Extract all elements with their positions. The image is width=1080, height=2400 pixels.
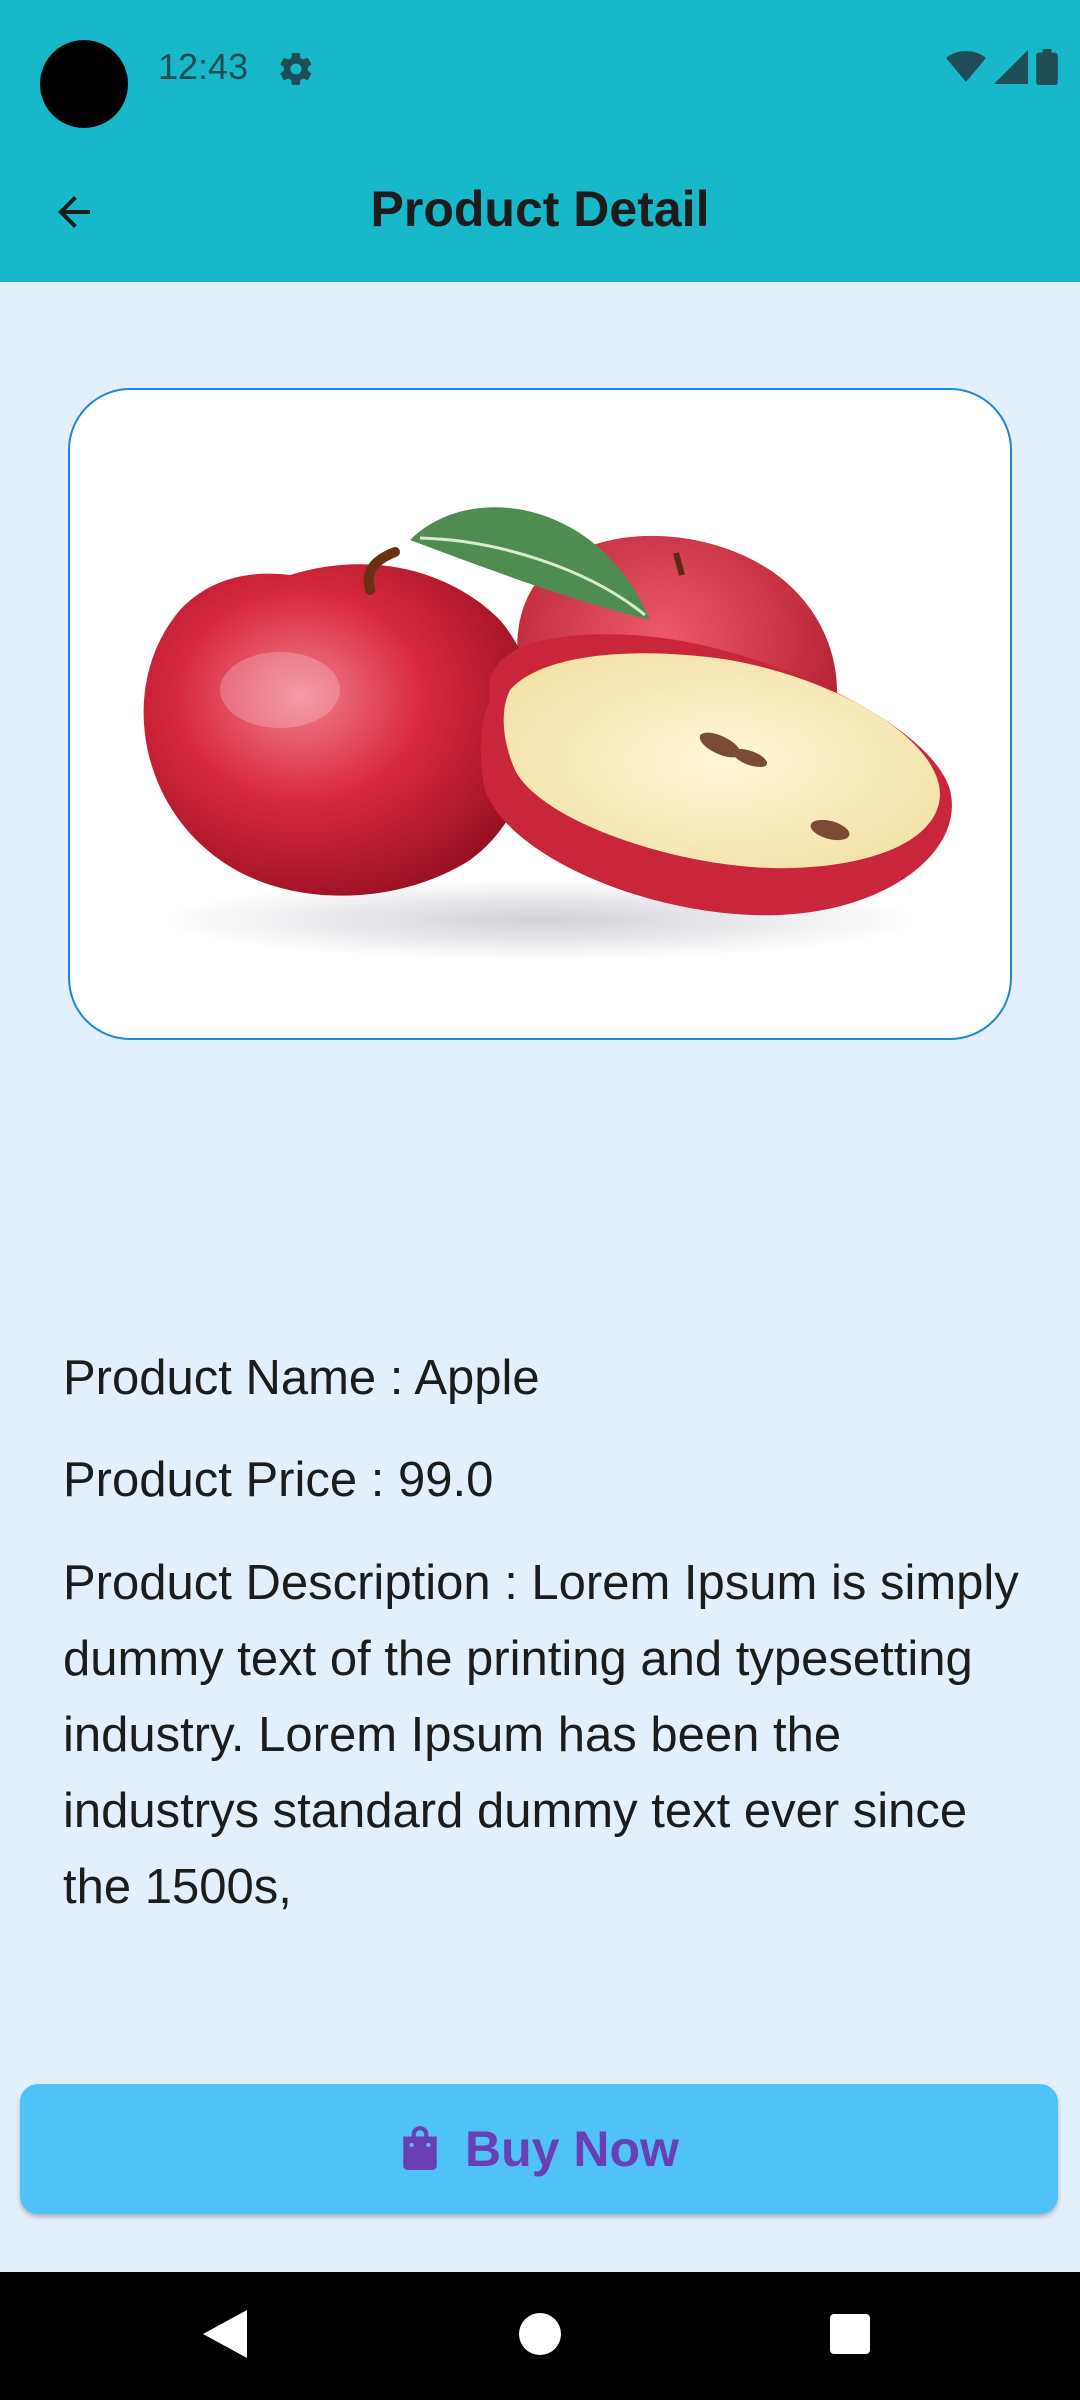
system-navigation-bar [0,2272,1080,2400]
nav-recents-button[interactable] [786,2272,914,2400]
product-description: Product Description : Lorem Ipsum is sim… [63,1556,1019,1914]
battery-icon [1036,48,1058,90]
app-bar: Product Detail [0,140,1080,282]
signal-icon [994,49,1028,89]
nav-back-button[interactable] [161,2272,289,2400]
status-time: 12:43 [158,46,249,87]
nav-home-button[interactable] [476,2272,604,2400]
wifi-icon [946,50,986,89]
status-bar: 12:43 [0,0,1080,140]
camera-cutout [40,40,128,128]
buy-now-label: Buy Now [465,2121,679,2177]
status-icons [946,48,1058,90]
home-circle-icon [519,2312,561,2360]
product-name: Product Name : Apple [63,1351,540,1405]
recents-square-icon [830,2313,870,2359]
shopping-bag-icon [399,2124,441,2175]
apple-image [143,507,952,960]
back-triangle-icon [203,2309,247,2363]
product-image-card [68,388,1012,1040]
page-title: Product Detail [370,181,710,237]
buy-now-button[interactable]: Buy Now [20,2084,1058,2214]
product-price: Product Price : 99.0 [63,1453,494,1507]
settings-icon [277,50,315,88]
